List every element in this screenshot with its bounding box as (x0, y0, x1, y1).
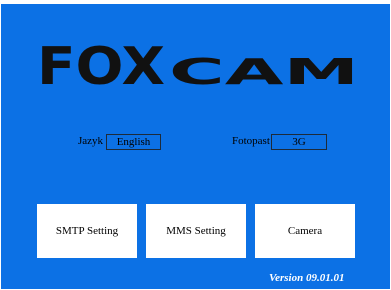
version-text: Version 09.01.01 (269, 272, 345, 284)
trapcam-select[interactable]: 3G (271, 134, 327, 150)
foxcam-logo: FOX CAM (37, 40, 361, 92)
foxcam-logo-graphic: FOX CAM (37, 40, 359, 92)
language-label: Jazyk (78, 135, 104, 147)
camera-button[interactable]: Camera (255, 204, 355, 258)
smtp-setting-button[interactable]: SMTP Setting (37, 204, 137, 258)
trapcam-label: Fotopast (232, 135, 270, 147)
main-panel: FOX CAM Jazyk English Fotopast 3G SMTP S… (1, 4, 390, 289)
mms-setting-button[interactable]: MMS Setting (146, 204, 246, 258)
svg-text:FOX: FOX (37, 40, 165, 92)
svg-text:CAM: CAM (169, 52, 359, 92)
language-select[interactable]: English (106, 134, 161, 150)
